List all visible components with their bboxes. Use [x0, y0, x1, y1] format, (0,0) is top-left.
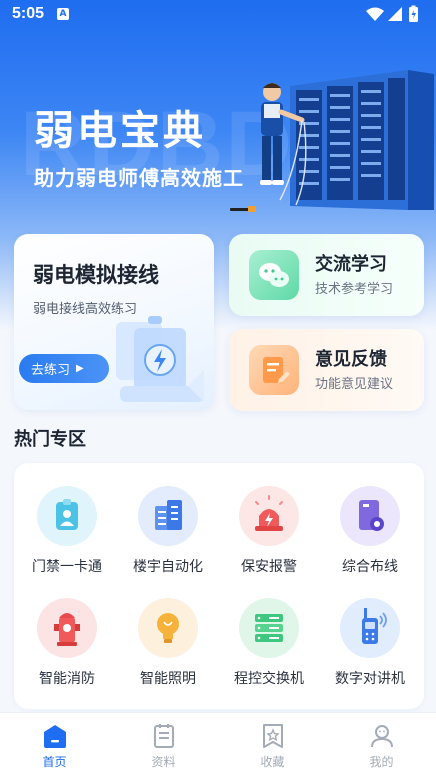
- wiring-document-illustration: [116, 316, 204, 402]
- exchange-card-title: 交流学习: [315, 254, 387, 275]
- wifi-icon: [366, 7, 384, 21]
- practice-button-label: 去练习: [31, 363, 71, 378]
- feedback-card[interactable]: 意见反馈 功能意见建议: [229, 329, 424, 411]
- cabling-icon: [340, 486, 400, 546]
- tab-label: 收藏: [260, 755, 285, 769]
- technician-server-illustration: [230, 70, 434, 212]
- practice-button[interactable]: 去练习 ▶: [19, 354, 109, 383]
- server-rack-icon: [290, 70, 434, 210]
- status-time: 5:05: [12, 5, 45, 22]
- feedback-note-icon: [249, 345, 299, 395]
- feedback-card-subtitle: 功能意见建议: [315, 377, 394, 392]
- hot-item-label: 数字对讲机: [335, 671, 405, 687]
- walkie-talkie-icon: [340, 598, 400, 658]
- feedback-card-title: 意见反馈: [315, 349, 387, 370]
- hot-item-switch[interactable]: 程控交换机: [218, 598, 320, 708]
- fire-hydrant-icon: [37, 598, 97, 658]
- hot-item-lighting[interactable]: 智能照明: [117, 598, 219, 708]
- status-icons: [366, 5, 418, 22]
- home-icon: [44, 725, 66, 748]
- alarm-light-icon: [239, 486, 299, 546]
- profile-icon: [371, 725, 393, 748]
- chevron-right-icon: ▶: [76, 363, 84, 374]
- bottom-tab-bar: 首页 资料 收藏 我的: [0, 712, 436, 776]
- hot-item-fire[interactable]: 智能消防: [16, 598, 118, 708]
- exchange-card-subtitle: 技术参考学习: [315, 282, 394, 297]
- building-icon: [138, 486, 198, 546]
- hot-section-title: 热门专区: [14, 429, 86, 450]
- document-icon: [154, 724, 174, 748]
- tab-favorites[interactable]: 收藏: [218, 713, 327, 776]
- hot-item-label: 门禁一卡通: [32, 559, 102, 575]
- tab-documents[interactable]: 资料: [109, 713, 218, 776]
- hot-item-alarm[interactable]: 保安报警: [218, 486, 320, 596]
- light-bulb-icon: [138, 598, 198, 658]
- hot-item-label: 综合布线: [342, 559, 398, 575]
- practice-card-title: 弱电模拟接线: [33, 263, 159, 287]
- hot-item-label: 智能照明: [140, 671, 196, 687]
- app-subtitle: 助力弱电师傅高效施工: [34, 166, 244, 190]
- access-card-icon: [37, 486, 97, 546]
- hot-item-label: 智能消防: [39, 671, 95, 687]
- tab-label: 首页: [42, 755, 67, 769]
- hot-section-panel: 门禁一卡通 楼宇自动化 保安报警 综合布线 智能消防 智能照明 程控交换机 数字…: [14, 463, 424, 709]
- hot-item-building[interactable]: 楼宇自动化: [117, 486, 219, 596]
- hot-item-walkie[interactable]: 数字对讲机: [319, 598, 421, 708]
- signal-icon: [388, 7, 402, 21]
- tab-home[interactable]: 首页: [0, 713, 109, 776]
- tab-label: 资料: [151, 755, 176, 769]
- status-bar: 5:05 A: [0, 0, 436, 30]
- tab-label: 我的: [369, 755, 394, 769]
- tab-profile[interactable]: 我的: [327, 713, 436, 776]
- wechat-chat-icon: [249, 250, 299, 300]
- exchange-card[interactable]: 交流学习 技术参考学习: [229, 234, 424, 316]
- hot-item-access-card[interactable]: 门禁一卡通: [16, 486, 118, 596]
- hot-item-label: 保安报警: [241, 559, 297, 575]
- favorite-icon: [263, 724, 283, 748]
- switch-server-icon: [239, 598, 299, 658]
- practice-card-subtitle: 弱电接线高效练习: [33, 302, 138, 317]
- hot-item-label: 程控交换机: [234, 671, 304, 687]
- notification-icon: A: [57, 8, 69, 20]
- app-title: 弱电宝典: [34, 108, 206, 154]
- practice-card[interactable]: 弱电模拟接线 弱电接线高效练习: [14, 234, 214, 410]
- hot-item-label: 楼宇自动化: [133, 559, 203, 575]
- hot-item-cabling[interactable]: 综合布线: [319, 486, 421, 596]
